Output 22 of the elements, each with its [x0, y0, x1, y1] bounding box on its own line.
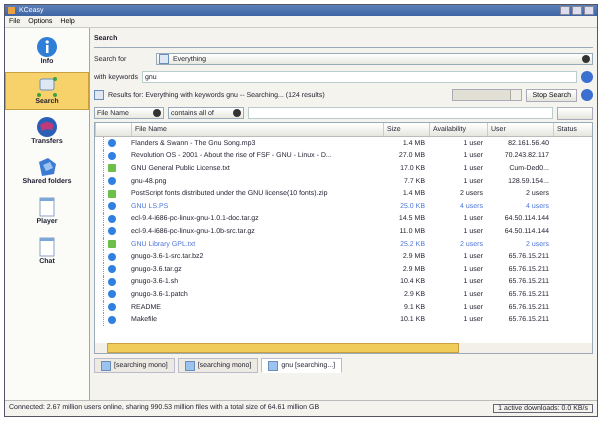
file-icon [108, 177, 116, 186]
tab-icon [101, 360, 111, 370]
app-icon [8, 7, 15, 14]
results-icon [94, 90, 104, 100]
round-button-icon[interactable] [581, 89, 593, 101]
folders-icon [36, 156, 58, 178]
maximize-button[interactable] [572, 6, 582, 15]
filter-field[interactable] [248, 107, 553, 119]
tab-icon [184, 360, 195, 370]
network-icon [36, 76, 58, 98]
progress-bar [452, 89, 522, 101]
filter-button[interactable] [557, 106, 593, 120]
document-icon [108, 190, 116, 198]
globe-icon [36, 116, 58, 138]
horizontal-scrollbar[interactable] [95, 343, 592, 353]
document-icon [108, 240, 116, 248]
minimize-button[interactable] [560, 6, 570, 15]
tab-icon [268, 360, 278, 370]
info-icon [36, 36, 58, 58]
document-icon [108, 164, 116, 172]
round-button-icon[interactable] [581, 71, 593, 83]
close-button[interactable] [584, 6, 594, 15]
